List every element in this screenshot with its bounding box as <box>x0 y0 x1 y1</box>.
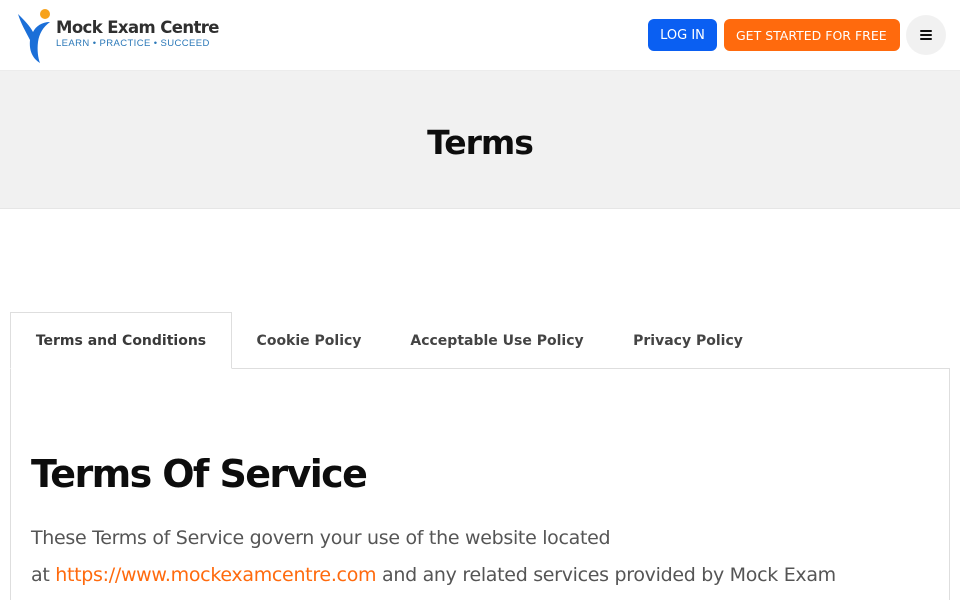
site-url-link[interactable]: https://www.mockexamcentre.com <box>55 564 376 586</box>
paragraph-rest: and any related services provided by Moc… <box>376 564 836 586</box>
get-started-button[interactable]: GET STARTED FOR FREE <box>724 19 900 51</box>
login-button[interactable]: LOG IN <box>648 19 717 51</box>
tab-terms-and-conditions[interactable]: Terms and Conditions <box>10 312 232 369</box>
policy-tabs: Terms and Conditions Cookie Policy Accep… <box>10 312 950 369</box>
menu-button[interactable] <box>906 15 946 55</box>
page-hero: Terms <box>0 71 960 209</box>
logo-title: Mock Exam Centre <box>56 18 220 37</box>
site-logo[interactable]: Mock Exam Centre LEARN • PRACTICE • SUCC… <box>16 6 226 64</box>
tab-acceptable-use-policy[interactable]: Acceptable Use Policy <box>386 312 608 369</box>
tab-cookie-policy[interactable]: Cookie Policy <box>232 312 386 369</box>
terms-intro-paragraph: These Terms of Service govern your use o… <box>31 520 921 594</box>
paragraph-line-1: These Terms of Service govern your use o… <box>31 527 611 549</box>
logo-tagline: LEARN • PRACTICE • SUCCEED <box>56 38 210 49</box>
page-title: Terms <box>427 123 534 162</box>
tab-privacy-policy[interactable]: Privacy Policy <box>608 312 768 369</box>
logo-figure-icon <box>18 9 50 63</box>
hamburger-icon <box>920 30 932 40</box>
document-title: Terms Of Service <box>31 452 368 496</box>
paragraph-at: at <box>31 564 56 586</box>
site-header: Mock Exam Centre LEARN • PRACTICE • SUCC… <box>0 0 960 71</box>
